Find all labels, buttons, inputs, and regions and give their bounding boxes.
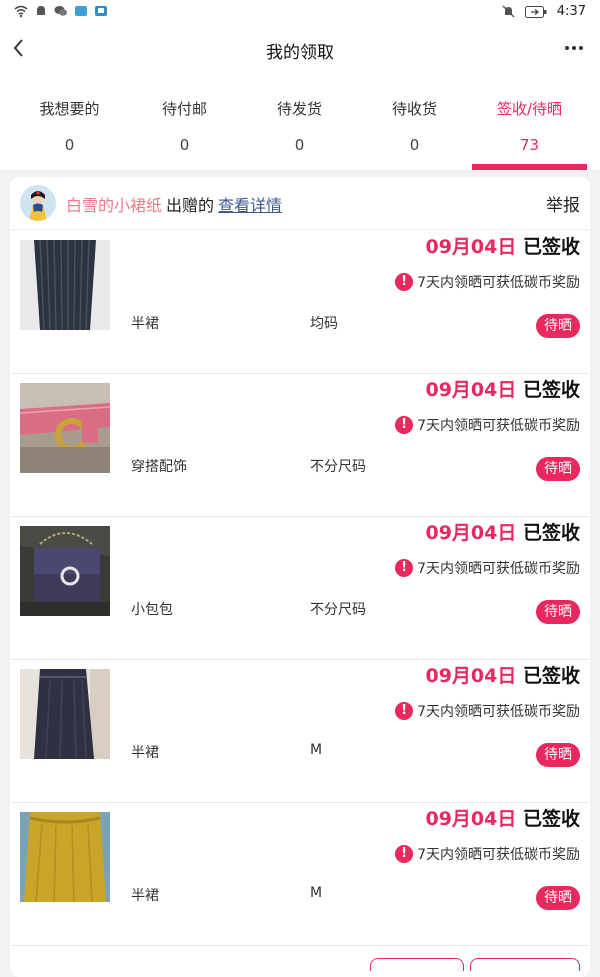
tab-count: 0 [294,136,305,154]
mute-icon [502,5,515,18]
sign-status: 09月04日 已签收 [425,375,580,402]
item-thumbnail[interactable] [20,383,110,473]
list-item[interactable]: 09月04日 已签收 ! 7天内领晒可获低碳币奖励 小包包 不分尺码 待晒 [10,516,590,660]
list-item[interactable]: 09月04日 已签收 ! 7天内领晒可获低碳币奖励 半裙 M 待晒 [10,802,590,946]
pending-share-badge[interactable]: 待晒 [536,886,580,910]
order-card: 白雪的小裙纸 出赠的 查看详情 举报 09月04日 已签收 ! 7天内领晒可获低碳币奖… [10,177,590,977]
giver-name[interactable]: 白雪的小裙纸 [66,196,162,215]
tab-label: 待付邮 [161,100,207,118]
notice-text: 7天内领晒可获低碳币奖励 [417,418,580,434]
wifi-icon [14,5,28,18]
item-status: 已签收 [522,808,580,830]
sign-status: 09月04日 已签收 [425,661,580,688]
notice-text: 7天内领晒可获低碳币奖励 [417,275,580,291]
reward-notice: ! 7天内领晒可获低碳币奖励 [395,272,580,292]
item-status: 已签收 [522,522,580,544]
alert-icon: ! [395,702,414,720]
tab-wanted[interactable]: 我想要的 0 [12,74,127,170]
tab-label: 我想要的 [39,100,100,118]
tab-pending-postage[interactable]: 待付邮 0 [127,74,242,170]
app-icon [95,6,107,16]
giver-row: 白雪的小裙纸 出赠的 查看详情 举报 [10,177,590,230]
list-item[interactable]: 09月04日 已签收 ! 7天内领晒可获低碳币奖励 穿搭配饰 不分尺码 待晒 [10,373,590,517]
item-category: 穿搭配饰 [131,459,187,475]
header: 我的领取 [0,24,600,74]
notice-text: 7天内领晒可获低碳币奖励 [417,847,580,863]
pending-share-badge[interactable]: 待晒 [536,314,580,338]
alert-icon: ! [395,273,414,291]
more-icon[interactable] [562,36,586,60]
item-thumbnail[interactable] [20,669,110,759]
status-bar: 4:37 [0,0,600,24]
alert-icon: ! [395,559,414,577]
avatar[interactable] [20,185,56,221]
item-size: M [310,885,323,901]
sign-status: 09月04日 已签收 [425,232,580,259]
tab-count: 0 [179,136,190,154]
pending-share-badge[interactable]: 待晒 [536,457,580,481]
tab-label: 待收货 [391,100,437,118]
wechat-icon [54,6,67,16]
tab-received[interactable]: 签收/待晒 73 [472,74,587,170]
sign-status: 09月04日 已签收 [425,804,580,831]
tab-pending-receipt[interactable]: 待收货 0 [357,74,472,170]
item-size: 均码 [310,316,338,332]
item-date: 09月04日 [425,522,517,544]
item-category: 半裙 [131,888,159,904]
notification-icon [37,6,45,15]
item-status: 已签收 [522,665,580,687]
item-size: 不分尺码 [310,459,366,475]
tab-count: 0 [409,136,420,154]
item-date: 09月04日 [425,236,517,258]
item-thumbnail[interactable] [20,526,110,616]
item-status: 已签收 [522,379,580,401]
alert-icon: ! [395,416,414,434]
item-thumbnail[interactable] [20,812,110,902]
tab-pending-shipment[interactable]: 待发货 0 [242,74,357,170]
clock: 4:37 [556,4,586,19]
tab-count: 0 [64,136,75,154]
notice-text: 7天内领晒可获低碳币奖励 [417,704,580,720]
item-date: 09月04日 [425,379,517,401]
alert-icon: ! [395,845,414,863]
pending-share-badge[interactable]: 待晒 [536,743,580,767]
item-thumbnail[interactable] [20,240,110,330]
giver-action: 出赠的 [166,196,215,215]
sign-status: 09月04日 已签收 [425,518,580,545]
app-icon [75,6,87,16]
item-date: 09月04日 [425,808,517,830]
item-category: 小包包 [131,602,173,618]
item-status: 已签收 [522,236,580,258]
tab-label: 待发货 [276,100,322,118]
list-item[interactable]: 09月04日 已签收 ! 7天内领晒可获低碳币奖励 半裙 M 待晒 [10,659,590,803]
pending-share-badge[interactable]: 待晒 [536,600,580,624]
reward-notice: ! 7天内领晒可获低碳币奖励 [395,415,580,435]
item-date: 09月04日 [425,665,517,687]
tab-count: 73 [519,136,540,154]
list-item[interactable]: 09月04日 已签收 ! 7天内领晒可获低碳币奖励 半裙 均码 待晒 [10,230,590,374]
item-size: 不分尺码 [310,602,366,618]
reward-notice: ! 7天内领晒可获低碳币奖励 [395,558,580,578]
tab-bar: 我想要的 0 待付邮 0 待发货 0 待收货 0 签收/待晒 73 [0,74,600,170]
report-button[interactable]: 举报 [546,191,580,216]
notice-text: 7天内领晒可获低碳币奖励 [417,561,580,577]
item-category: 半裙 [131,745,159,761]
view-details-link[interactable]: 查看详情 [218,196,282,215]
item-category: 半裙 [131,316,159,332]
reward-notice: ! 7天内领晒可获低碳币奖励 [395,701,580,721]
battery-icon [524,5,547,18]
page-title: 我的领取 [266,43,334,63]
reward-notice: ! 7天内领晒可获低碳币奖励 [395,844,580,864]
item-size: M [310,742,323,758]
tab-label: 签收/待晒 [496,100,563,118]
active-tab-indicator [472,164,587,170]
